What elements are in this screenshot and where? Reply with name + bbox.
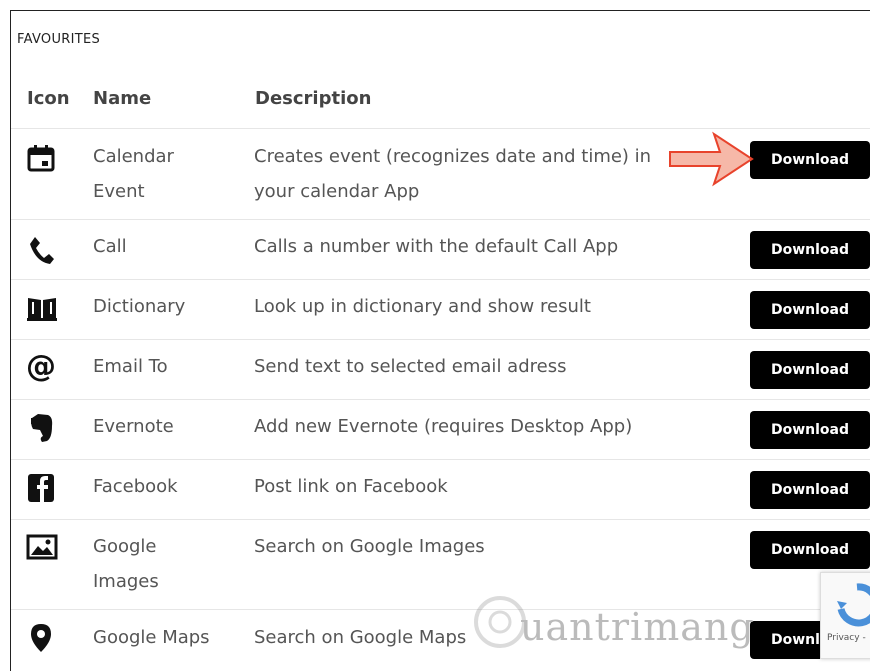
row-description: Calls a number with the default Call App [254, 236, 619, 257]
row-description: Add new Evernote (requires Desktop App) [254, 416, 633, 437]
map-pin-icon [26, 622, 56, 652]
download-button[interactable]: Download [750, 231, 870, 269]
header-description: Description [255, 88, 372, 109]
row-name: Call [93, 236, 127, 257]
download-button[interactable]: Download [750, 351, 870, 389]
image-icon [26, 532, 58, 562]
row-name: Calendar Event [93, 146, 174, 202]
section-title: FAVOURITES [17, 32, 101, 47]
row-description: Send text to selected email adress [254, 356, 567, 377]
watermark-text: uantrimang [520, 605, 755, 649]
book-icon [26, 294, 57, 324]
table-row: Facebook Post link on Facebook Download [11, 459, 870, 520]
row-description: Creates event (recognizes date and time)… [254, 146, 652, 202]
download-button[interactable]: Download [750, 531, 870, 569]
table-row: Call Calls a number with the default Cal… [11, 219, 870, 280]
evernote-icon [26, 412, 56, 442]
download-button[interactable]: Download [750, 141, 870, 179]
row-name: Google Images [93, 536, 159, 592]
row-name: Facebook [93, 476, 178, 497]
table-row: Evernote Add new Evernote (requires Desk… [11, 399, 870, 460]
row-name: Evernote [93, 416, 174, 437]
recaptcha-icon [837, 583, 870, 627]
row-name: Email To [93, 356, 168, 377]
download-button[interactable]: Download [750, 471, 870, 509]
phone-icon [26, 234, 56, 264]
header-name: Name [93, 88, 152, 109]
annotation-arrow-icon [669, 131, 754, 187]
row-description: Look up in dictionary and show result [254, 296, 591, 317]
at-sign-icon: @ [26, 349, 56, 384]
download-button[interactable]: Download [750, 291, 870, 329]
row-name: Dictionary [93, 296, 186, 317]
table-row: @ Email To Send text to selected email a… [11, 339, 870, 400]
facebook-icon [26, 472, 56, 502]
download-button[interactable]: Download [750, 411, 870, 449]
row-description: Post link on Facebook [254, 476, 448, 497]
row-description: Search on Google Images [254, 536, 485, 557]
calendar-icon [26, 143, 56, 173]
header-icon: Icon [27, 88, 70, 109]
recaptcha-label[interactable]: Privacy - [827, 633, 866, 643]
table-row: Dictionary Look up in dictionary and sho… [11, 279, 870, 340]
recaptcha-badge[interactable]: Privacy - [820, 572, 870, 659]
row-name: Google Maps [93, 627, 210, 648]
row-description: Search on Google Maps [254, 627, 467, 648]
